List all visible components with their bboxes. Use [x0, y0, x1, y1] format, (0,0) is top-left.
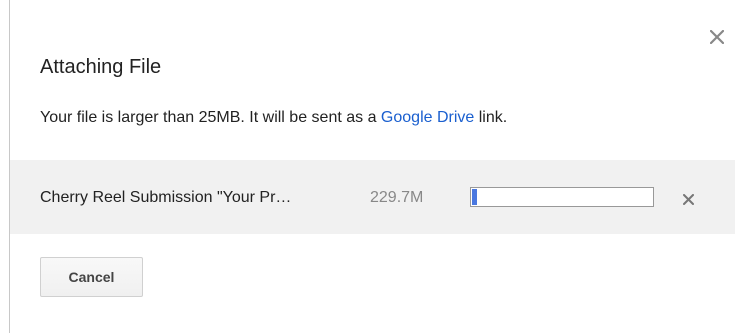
close-icon — [710, 30, 724, 44]
cancel-button[interactable]: Cancel — [40, 257, 143, 297]
google-drive-link[interactable]: Google Drive — [381, 109, 474, 126]
file-attachment-row: Cherry Reel Submission "Your Pr… 229.7M — [10, 160, 735, 234]
dialog-title: Attaching File — [40, 56, 162, 78]
dialog-close-button[interactable] — [704, 24, 730, 50]
message-text-suffix: link. — [474, 109, 508, 126]
upload-progress-fill — [472, 189, 477, 205]
message-text-prefix: Your file is larger than 25MB. It will b… — [40, 109, 381, 126]
attaching-file-dialog: Attaching File Your file is larger than … — [10, 0, 735, 333]
file-size: 229.7M — [370, 189, 424, 206]
remove-file-button[interactable] — [677, 188, 699, 210]
dialog-message: Your file is larger than 25MB. It will b… — [40, 109, 507, 127]
close-icon — [682, 193, 694, 205]
upload-progress-bar — [470, 187, 654, 207]
file-name: Cherry Reel Submission "Your Pr… — [40, 189, 292, 206]
